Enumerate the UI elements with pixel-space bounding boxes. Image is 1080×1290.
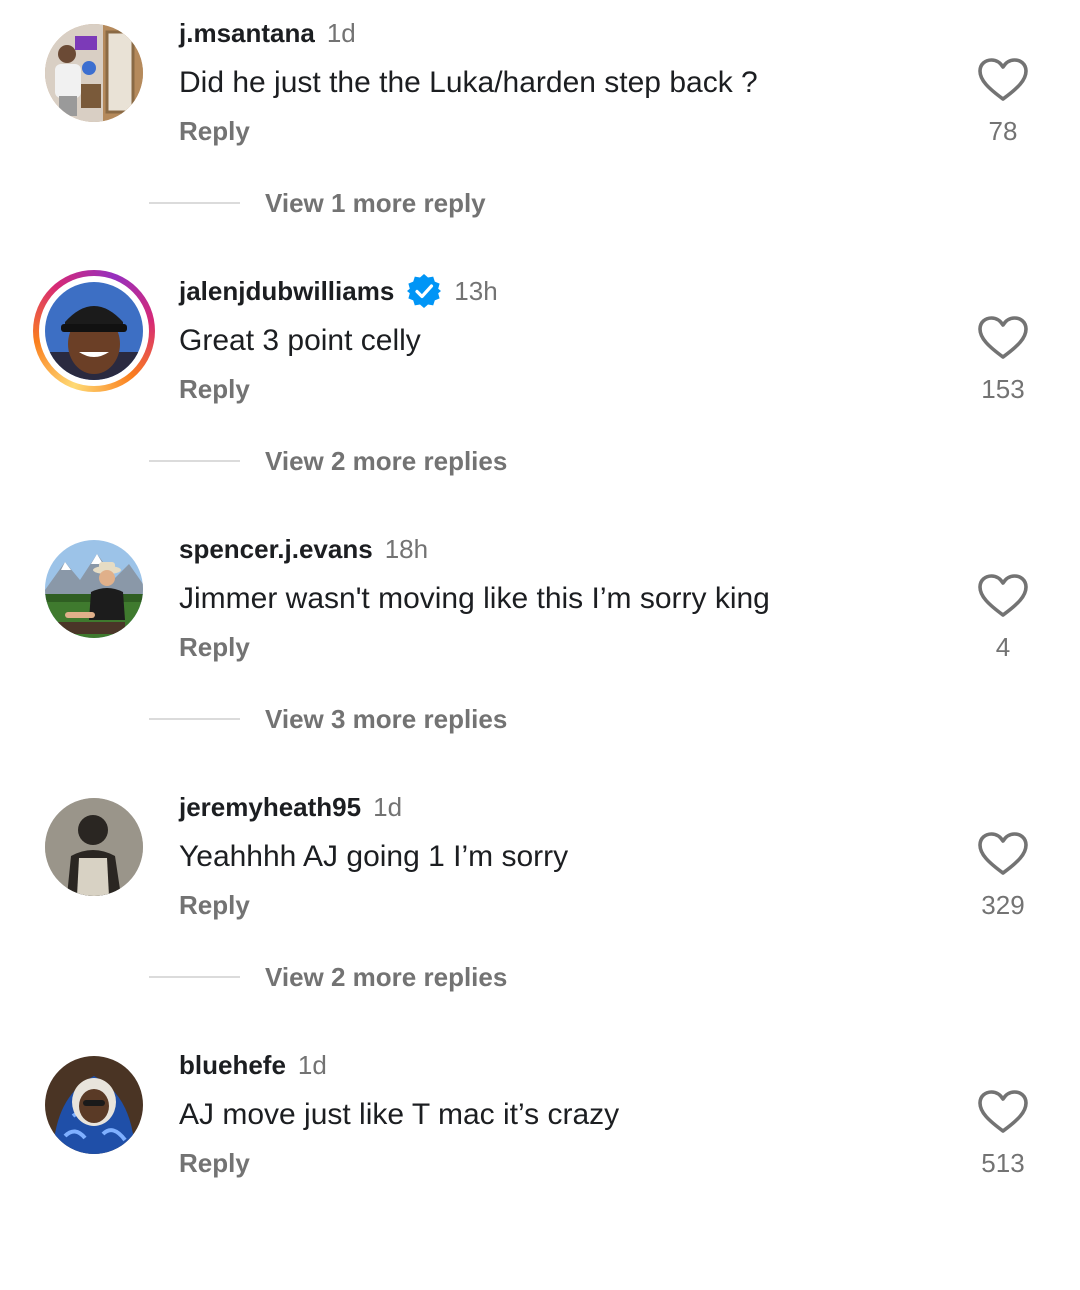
reply-thread-line <box>149 718 240 720</box>
verified-badge-icon <box>406 273 442 309</box>
view-replies-button[interactable]: View 3 more replies <box>149 702 507 736</box>
comment-text: Yeahhhh AJ going 1 I’m sorry <box>179 840 569 873</box>
heart-outline-icon[interactable] <box>978 316 1028 360</box>
view-replies-label: View 1 more reply <box>265 187 486 218</box>
view-replies-button[interactable]: View 1 more reply <box>149 186 486 220</box>
comment-text: AJ move just like T mac it’s crazy <box>179 1098 620 1131</box>
like-count: 329 <box>981 890 1025 920</box>
like-count: 78 <box>988 116 1018 146</box>
comment-item: jeremyheath95 1d Yeahhhh AJ going 1 I’m … <box>0 774 1080 1032</box>
reply-thread-line <box>149 976 240 978</box>
heart-outline-icon[interactable] <box>978 1090 1028 1134</box>
comment-item: spencer.j.evans 18h Jimmer wasn't moving… <box>0 516 1080 774</box>
timestamp: 1d <box>297 1049 327 1080</box>
view-replies-label: View 3 more replies <box>265 703 508 734</box>
reply-thread-line <box>149 202 240 204</box>
like-count: 153 <box>981 374 1025 404</box>
avatar-story-ring[interactable] <box>33 270 155 392</box>
comment-meta: bluehefe 1d <box>179 1048 327 1082</box>
username[interactable]: jalenjdubwilliams <box>179 276 394 307</box>
reply-button[interactable]: Reply <box>179 632 250 663</box>
avatar <box>45 282 143 380</box>
avatar[interactable] <box>45 24 143 122</box>
reply-thread-line <box>149 460 240 462</box>
comment-item: jalenjdubwilliams 13h Great 3 point cell… <box>0 258 1080 516</box>
comment-text: Did he just the the Luka/harden step bac… <box>179 66 758 99</box>
timestamp: 1d <box>373 791 403 822</box>
timestamp: 13h <box>454 275 498 306</box>
heart-outline-icon[interactable] <box>978 58 1028 102</box>
avatar[interactable] <box>45 540 143 638</box>
comment-item: bluehefe 1d AJ move just like T mac it’s… <box>0 1032 1080 1290</box>
comment-meta: jeremyheath95 1d <box>179 790 402 824</box>
comment-meta: jalenjdubwilliams 13h <box>179 274 498 308</box>
reply-button[interactable]: Reply <box>179 116 250 147</box>
reply-button[interactable]: Reply <box>179 890 250 921</box>
view-replies-button[interactable]: View 2 more replies <box>149 444 507 478</box>
heart-outline-icon[interactable] <box>978 574 1028 618</box>
comment-text: Jimmer wasn't moving like this I’m sorry… <box>179 582 770 615</box>
view-replies-label: View 2 more replies <box>265 445 508 476</box>
like-count: 4 <box>995 632 1011 662</box>
comment-meta: spencer.j.evans 18h <box>179 532 428 566</box>
timestamp: 1d <box>326 17 356 48</box>
avatar[interactable] <box>45 798 143 896</box>
username[interactable]: spencer.j.evans <box>179 534 373 565</box>
username[interactable]: bluehefe <box>179 1050 286 1081</box>
username[interactable]: jeremyheath95 <box>179 792 361 823</box>
view-replies-button[interactable]: View 2 more replies <box>149 960 507 994</box>
username[interactable]: j.msantana <box>179 18 315 49</box>
comment-item: j.msantana 1d Did he just the the Luka/h… <box>0 0 1080 258</box>
comment-text: Great 3 point celly <box>179 324 421 357</box>
avatar[interactable] <box>45 1056 143 1154</box>
view-replies-label: View 2 more replies <box>265 961 508 992</box>
reply-button[interactable]: Reply <box>179 374 250 405</box>
heart-outline-icon[interactable] <box>978 832 1028 876</box>
comment-meta: j.msantana 1d <box>179 16 356 50</box>
timestamp: 18h <box>384 533 429 564</box>
